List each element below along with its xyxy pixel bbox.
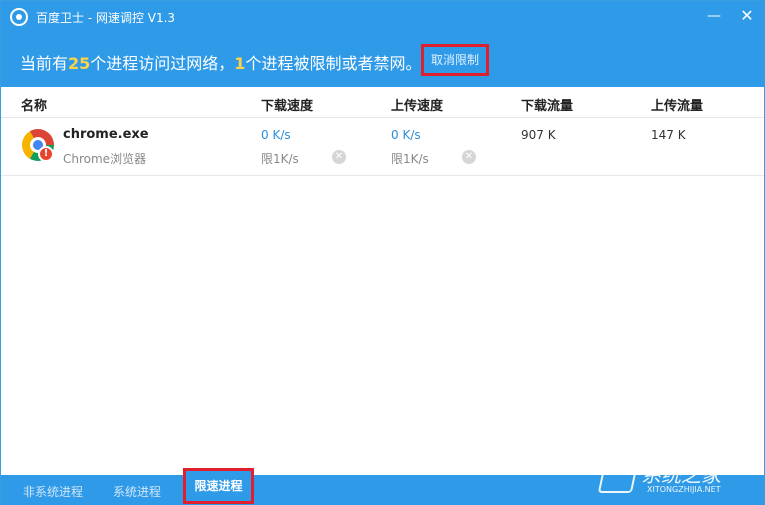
summary-middle: 个进程访问过网络，: [90, 54, 235, 73]
window-title: 百度卫士 - 网速调控 V1.3: [36, 11, 176, 25]
column-upload-speed[interactable]: 上传速度: [391, 95, 443, 114]
download-flow: 907 K: [521, 128, 556, 142]
summary-message: 当前有25个进程访问过网络，1个进程被限制或者禁网。: [20, 50, 421, 74]
column-download-speed[interactable]: 下载速度: [261, 95, 313, 114]
baidu-guard-logo-icon: [10, 8, 28, 26]
watermark-text: 系统之家: [641, 463, 721, 487]
download-limit[interactable]: 限1K/s: [261, 150, 299, 167]
limited-count: 1: [234, 54, 246, 73]
watermark-logo-icon: [597, 463, 639, 493]
upload-speed: 0 K/s: [391, 128, 421, 142]
minimize-button[interactable]: —: [704, 7, 724, 27]
footer-tab-bar: 非系统进程 系统进程 限速进程 系统之家 XITONGZHIJIA.NET: [1, 463, 764, 505]
summary-suffix: 个进程被限制或者禁网。: [245, 54, 422, 73]
summary-prefix: 当前有: [20, 54, 69, 73]
summary-banner: 当前有25个进程访问过网络，1个进程被限制或者禁网。 取消限制: [1, 33, 764, 87]
unlimit-button[interactable]: 取消限制: [424, 47, 486, 73]
watermark-url: XITONGZHIJIA.NET: [647, 485, 721, 494]
tab-system-process[interactable]: 系统进程: [113, 483, 161, 500]
tab-non-system-process[interactable]: 非系统进程: [23, 483, 83, 500]
remove-upload-limit-icon[interactable]: ✕: [462, 150, 476, 164]
column-download-flow[interactable]: 下载流量: [521, 95, 573, 114]
table-row[interactable]: ! chrome.exe Chrome浏览器 0 K/s 限1K/s ✕ 0 K…: [1, 118, 764, 176]
limited-tab-highlight-box: 限速进程: [183, 468, 254, 504]
process-description: Chrome浏览器: [63, 152, 147, 166]
title-bar: 百度卫士 - 网速调控 V1.3 — ✕: [1, 1, 764, 33]
unlimit-highlight-box: 取消限制: [421, 44, 489, 76]
warning-badge-icon: !: [38, 146, 54, 162]
upload-limit[interactable]: 限1K/s: [391, 150, 429, 167]
table-header: 名称 下载速度 上传速度 下载流量 上传流量: [1, 87, 764, 118]
remove-download-limit-icon[interactable]: ✕: [332, 150, 346, 164]
process-count: 25: [68, 54, 91, 73]
column-name[interactable]: 名称: [21, 95, 47, 114]
download-speed: 0 K/s: [261, 128, 291, 142]
close-button[interactable]: ✕: [737, 7, 757, 27]
tab-limited-process[interactable]: 限速进程: [186, 471, 251, 501]
upload-flow: 147 K: [651, 128, 686, 142]
process-name: chrome.exe: [63, 127, 149, 142]
app-window: 百度卫士 - 网速调控 V1.3 — ✕ 当前有25个进程访问过网络，1个进程被…: [0, 0, 765, 505]
column-upload-flow[interactable]: 上传流量: [651, 95, 703, 114]
